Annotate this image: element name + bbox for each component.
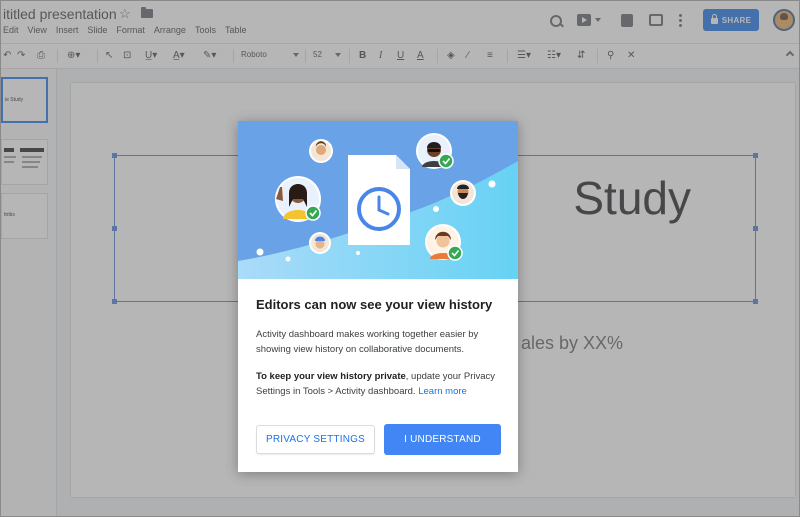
dialog-privacy-note: To keep your view history private, updat…	[256, 369, 506, 399]
dialog-title: Editors can now see your view history	[256, 297, 493, 312]
privacy-note-emphasis: To keep your view history private	[256, 371, 406, 382]
privacy-settings-button[interactable]: PRIVACY SETTINGS	[256, 425, 375, 454]
dialog-description: Activity dashboard makes working togethe…	[256, 329, 479, 355]
dialog-illustration	[238, 121, 518, 279]
i-understand-button[interactable]: I UNDERSTAND	[384, 424, 501, 455]
learn-more-link[interactable]: Learn more	[418, 386, 467, 397]
collaboration-illustration	[238, 133, 518, 279]
app-window: ititled presentation ☆ Edit View Insert …	[0, 0, 800, 517]
view-history-dialog: Editors can now see your view history Ac…	[238, 121, 518, 472]
